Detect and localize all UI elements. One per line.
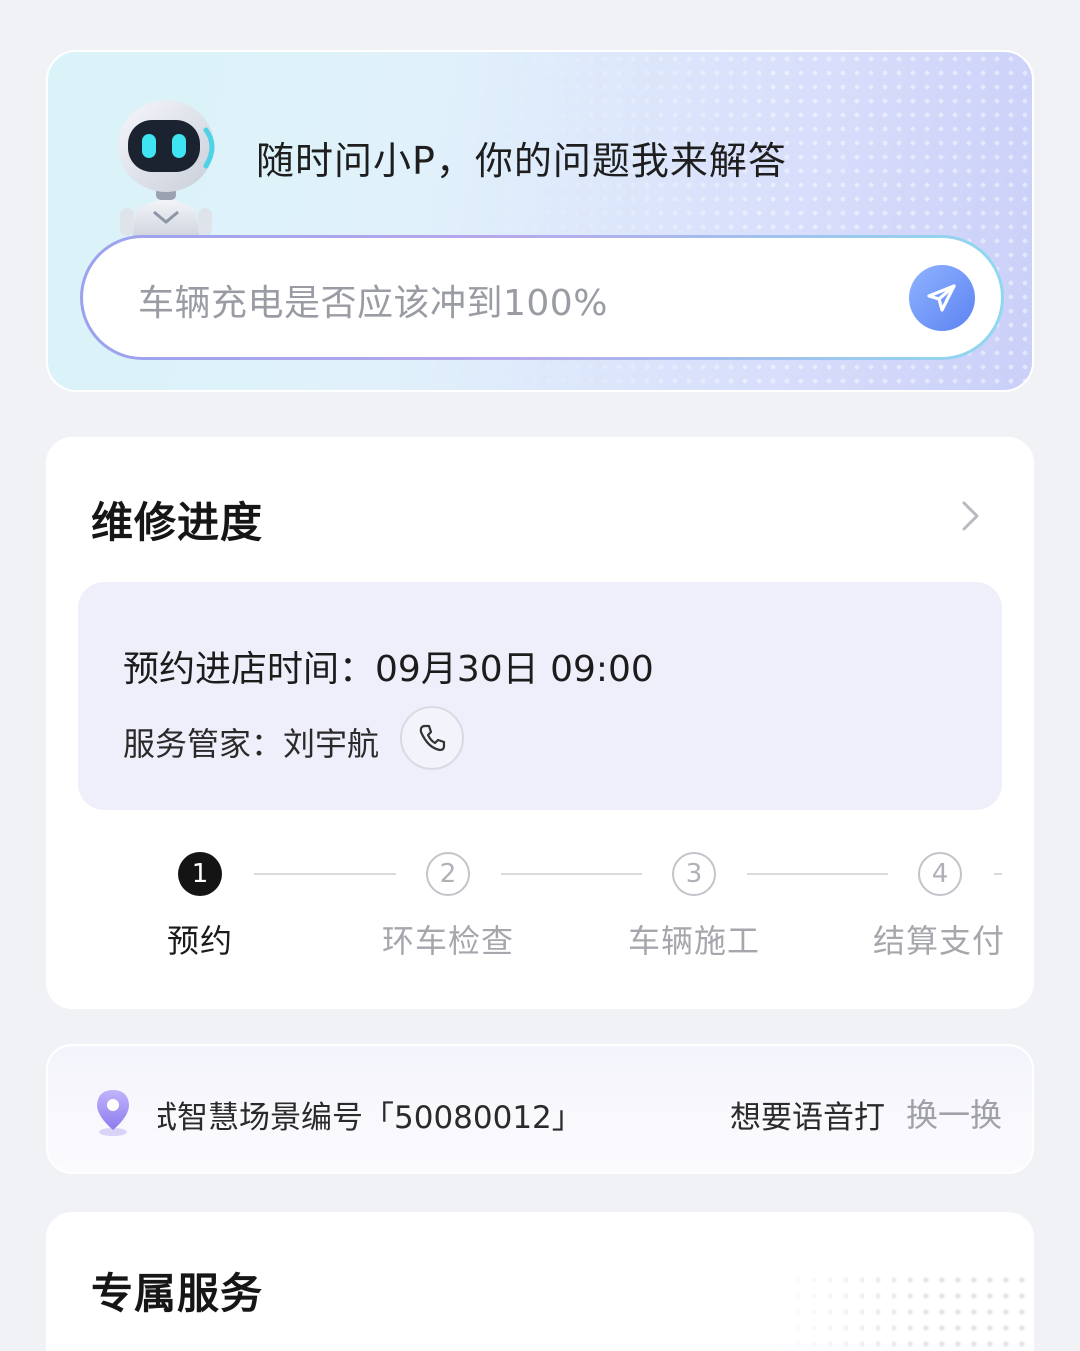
scene-ticker-card[interactable]: 试智慧场景编号「50080012」 想要语音打 换一换 xyxy=(46,1044,1034,1174)
step-3-circle: 3 xyxy=(672,852,716,896)
appointment-info-box: 预约进店时间：09月30日 09:00 服务管家：刘宇航 xyxy=(78,582,1002,810)
advisor-label: 服务管家： xyxy=(123,725,284,763)
step-connector xyxy=(994,873,1002,875)
repair-progress-title: 维修进度 xyxy=(91,498,264,547)
app-home-page: 随时问小P，你的问题我来解答 车辆充电是否应该冲到100% 维修进度 预约进店时… xyxy=(0,0,1080,1351)
advisor-row: 服务管家：刘宇航 xyxy=(123,719,379,765)
ask-input-placeholder: 车辆充电是否应该冲到100% xyxy=(138,283,608,324)
assistant-tagline: 随时问小P，你的问题我来解答 xyxy=(256,139,787,183)
call-advisor-button[interactable] xyxy=(400,706,464,770)
step-connector xyxy=(254,873,396,875)
repair-progress-card[interactable]: 维修进度 预约进店时间：09月30日 09:00 服务管家：刘宇航 1 预约 2 xyxy=(46,437,1034,1009)
send-button[interactable] xyxy=(909,265,975,331)
decorative-dot-pattern xyxy=(774,1272,1034,1351)
step-4-label: 结算支付 xyxy=(872,922,1006,960)
robot-mascot-icon xyxy=(118,100,215,240)
shuffle-button[interactable]: 换一换 xyxy=(906,1090,1002,1136)
step-1-circle: 1 xyxy=(178,852,222,896)
step-connector xyxy=(747,873,888,875)
location-pin-icon xyxy=(97,1090,129,1136)
ticker-window: 试智慧场景编号「50080012」 想要语音打 xyxy=(158,1046,884,1172)
ticker-item[interactable]: 想要语音打 xyxy=(730,1092,884,1137)
appointment-time: 09月30日 09:00 xyxy=(375,649,654,690)
chevron-right-icon[interactable] xyxy=(958,499,982,533)
step-4-circle: 4 xyxy=(918,852,962,896)
step-connector xyxy=(501,873,642,875)
appointment-label: 预约进店时间： xyxy=(123,649,376,690)
ask-input-bar[interactable]: 车辆充电是否应该冲到100% xyxy=(80,235,1004,360)
step-3-label: 车辆施工 xyxy=(627,922,761,960)
ask-input-field[interactable]: 车辆充电是否应该冲到100% xyxy=(83,238,1001,357)
advisor-name: 刘宇航 xyxy=(283,725,380,763)
step-2-circle: 2 xyxy=(426,852,470,896)
progress-steps: 1 预约 2 环车检查 3 车辆施工 4 结算支付 xyxy=(46,850,1034,960)
paper-plane-icon xyxy=(927,284,956,312)
phone-icon xyxy=(419,724,446,752)
appointment-row: 预约进店时间：09月30日 09:00 xyxy=(123,640,654,692)
step-2-label: 环车检查 xyxy=(381,922,515,960)
ticker-item[interactable]: 试智慧场景编号「50080012」 xyxy=(158,1092,583,1137)
step-1-label: 预约 xyxy=(166,922,234,960)
assistant-card: 随时问小P，你的问题我来解答 车辆充电是否应该冲到100% xyxy=(46,50,1034,392)
exclusive-service-title: 专属服务 xyxy=(91,1269,264,1318)
exclusive-service-card: 专属服务 xyxy=(46,1212,1034,1351)
